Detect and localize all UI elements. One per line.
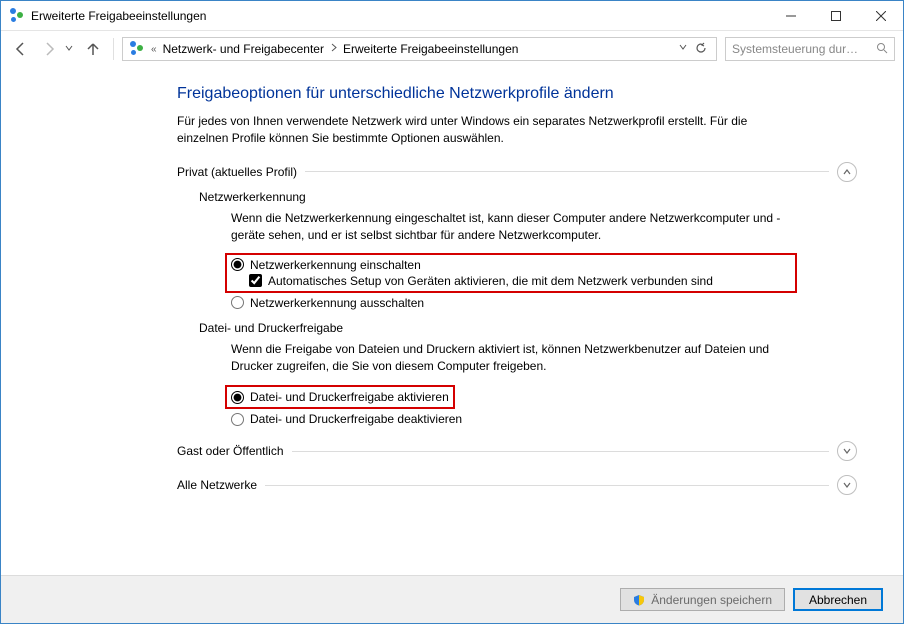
chevron-right-icon [328,43,339,55]
search-icon [876,42,888,57]
section-all-header[interactable]: Alle Netzwerke [177,475,857,495]
breadcrumb-overflow[interactable]: « [149,44,159,55]
back-button[interactable] [9,37,33,61]
breadcrumb-seg-1[interactable]: Erweiterte Freigabeeinstellungen [343,42,518,56]
forward-button[interactable] [37,37,61,61]
divider [292,451,830,452]
highlight-file-printer: Datei- und Druckerfreigabe aktivieren [225,385,455,409]
section-private-label: Privat (aktuelles Profil) [177,165,297,179]
radio-nd-off-label: Netzwerkerkennung ausschalten [250,296,424,310]
chevron-down-icon[interactable] [837,475,857,495]
content-area: Freigabeoptionen für unterschiedliche Ne… [1,67,903,575]
maximize-button[interactable] [813,1,858,30]
cancel-button-label: Abbrechen [809,593,867,607]
history-dropdown[interactable] [65,44,77,55]
radio-nd-on[interactable]: Netzwerkerkennung einschalten [231,257,791,273]
window-title: Erweiterte Freigabeeinstellungen [31,9,206,23]
refresh-button[interactable] [692,42,710,57]
radio-nd-off-input[interactable] [231,296,244,309]
breadcrumb-dropdown[interactable] [676,42,690,57]
radio-fp-off-input[interactable] [231,413,244,426]
up-button[interactable] [81,37,105,61]
file-printer-desc: Wenn die Freigabe von Dateien und Drucke… [231,341,791,376]
search-placeholder: Systemsteuerung dur… [732,42,872,56]
section-guest-header[interactable]: Gast oder Öffentlich [177,441,857,461]
breadcrumb-icon [129,41,145,57]
network-discovery-title: Netzwerkerkennung [199,190,857,204]
network-discovery-desc: Wenn die Netzwerkerkennung eingeschaltet… [231,210,791,245]
chevron-up-icon[interactable] [837,162,857,182]
minimize-button[interactable] [768,1,813,30]
checkbox-auto-setup-input[interactable] [249,274,262,287]
save-button[interactable]: Änderungen speichern [620,588,785,611]
navbar: « Netzwerk- und Freigabecenter Erweitert… [1,31,903,67]
divider [305,171,829,172]
app-icon [9,8,25,24]
nav-separator [113,38,114,60]
save-button-label: Änderungen speichern [651,593,772,607]
footer: Änderungen speichern Abbrechen [1,575,903,623]
radio-nd-on-input[interactable] [231,258,244,271]
cancel-button[interactable]: Abbrechen [793,588,883,611]
radio-fp-off[interactable]: Datei- und Druckerfreigabe deaktivieren [231,411,791,427]
page-heading: Freigabeoptionen für unterschiedliche Ne… [177,85,857,103]
radio-nd-on-label: Netzwerkerkennung einschalten [250,258,421,272]
section-private-header[interactable]: Privat (aktuelles Profil) [177,162,857,182]
close-button[interactable] [858,1,903,30]
divider [265,485,829,486]
breadcrumb[interactable]: « Netzwerk- und Freigabecenter Erweitert… [122,37,717,61]
titlebar: Erweiterte Freigabeeinstellungen [1,1,903,31]
file-printer-title: Datei- und Druckerfreigabe [199,321,857,335]
radio-fp-off-label: Datei- und Druckerfreigabe deaktivieren [250,412,462,426]
search-input[interactable]: Systemsteuerung dur… [725,37,895,61]
breadcrumb-seg-0[interactable]: Netzwerk- und Freigabecenter [163,42,324,56]
checkbox-auto-setup[interactable]: Automatisches Setup von Geräten aktivier… [249,273,791,289]
radio-fp-on[interactable]: Datei- und Druckerfreigabe aktivieren [231,389,449,405]
radio-fp-on-input[interactable] [231,391,244,404]
checkbox-auto-setup-label: Automatisches Setup von Geräten aktivier… [268,274,713,288]
shield-icon [633,594,645,606]
radio-fp-on-label: Datei- und Druckerfreigabe aktivieren [250,390,449,404]
radio-nd-off[interactable]: Netzwerkerkennung ausschalten [231,295,791,311]
highlight-network-discovery: Netzwerkerkennung einschalten Automatisc… [225,253,797,293]
chevron-down-icon[interactable] [837,441,857,461]
section-guest-label: Gast oder Öffentlich [177,444,284,458]
section-all-label: Alle Netzwerke [177,478,257,492]
page-intro: Für jedes von Ihnen verwendete Netzwerk … [177,113,797,148]
